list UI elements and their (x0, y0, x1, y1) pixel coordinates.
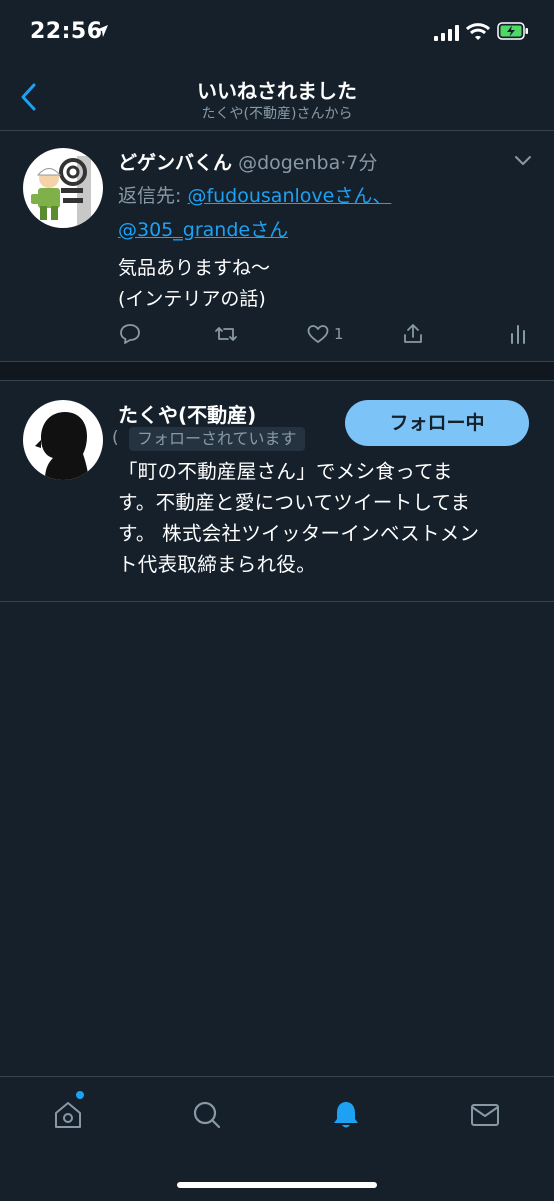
avatar[interactable] (23, 400, 103, 480)
like-button[interactable]: 1 (306, 321, 344, 347)
tab-search[interactable] (191, 1099, 223, 1131)
retweet-button[interactable] (214, 321, 238, 347)
tweet-time: 7分 (346, 152, 378, 174)
follows-you-badge: フォローされています (129, 427, 305, 451)
search-icon (193, 1101, 221, 1129)
navigation-bar: いいねされました たくや(不動産)さんから (0, 66, 554, 131)
user-card[interactable]: たくや(不動産) ( フォローされています フォロー中 「町の不動産屋さん」でメ… (0, 380, 554, 602)
reply-to-line-2: @305_grandeさん (118, 215, 288, 242)
status-time: 22:56 (30, 19, 103, 44)
section-divider (0, 361, 554, 381)
like-icon (307, 325, 329, 343)
tweet-text-line: 気品ありますね〜 (118, 257, 271, 279)
share-button[interactable] (401, 321, 425, 347)
reply-icon (120, 324, 140, 344)
tweet-menu-button[interactable] (513, 151, 533, 171)
cellular-signal-icon (434, 25, 459, 41)
status-bar: 22:56 (0, 0, 554, 66)
tweet-actions: 1 (118, 321, 538, 351)
tweet-handle: @dogenba (238, 152, 341, 174)
reply-to: 返信先: @fudousanloveさん、 (118, 181, 391, 208)
tweet-display-name[interactable]: どゲンバくん (118, 152, 232, 174)
name-overflow-fragment: ( (112, 428, 119, 448)
location-arrow-icon (96, 25, 108, 37)
page-subtitle: たくや(不動産)さんから (201, 106, 353, 122)
messages-icon (471, 1104, 499, 1126)
caret-down-icon (515, 156, 531, 165)
tweet[interactable]: どゲンバくん @dogenba·7分 返信先: @fudousanloveさん、… (0, 131, 554, 361)
tab-notifications[interactable] (330, 1099, 362, 1131)
mention-link[interactable]: @305_grandeさん (118, 219, 288, 241)
reply-button[interactable] (118, 321, 142, 347)
analytics-icon (511, 325, 525, 344)
bio-line: す。 株式会社ツイッターインベストメン (118, 522, 480, 545)
like-count: 1 (334, 325, 344, 343)
reply-prefix: 返信先: (118, 185, 188, 207)
notifications-icon (334, 1102, 358, 1128)
tweet-text-line: (インテリアの話) (118, 288, 266, 310)
tab-messages[interactable] (469, 1099, 501, 1131)
bio-line: す。不動産と愛についてツイートしてま (118, 491, 471, 514)
avatar[interactable] (23, 148, 103, 228)
tweet-header: どゲンバくん @dogenba·7分 (118, 148, 377, 175)
bio-line: ト代表取締まられ役。 (118, 553, 317, 576)
wifi-icon (466, 23, 490, 40)
user-name[interactable]: たくや(不動産) (118, 399, 256, 428)
page-title: いいねされました (197, 79, 357, 103)
unread-indicator (76, 1091, 84, 1099)
tab-home[interactable] (52, 1099, 84, 1131)
battery-charging-icon (497, 22, 528, 40)
retweet-icon (215, 327, 237, 341)
share-icon (404, 324, 422, 343)
analytics-button[interactable] (506, 321, 530, 347)
following-button[interactable]: フォロー中 (345, 400, 529, 446)
silhouette-icon (35, 412, 89, 480)
worker-illustration-icon (31, 156, 91, 228)
user-bio: 「町の不動産屋さん」でメシ食ってま す。不動産と愛についてツイートしてま す。 … (118, 456, 530, 580)
bio-line: 「町の不動産屋さん」でメシ食ってま (118, 460, 453, 483)
mention-link[interactable]: @fudousanloveさん、 (187, 185, 391, 207)
home-indicator (177, 1182, 377, 1188)
tweet-text: 気品ありますね〜 (インテリアの話) (118, 253, 270, 315)
home-icon (55, 1102, 81, 1128)
